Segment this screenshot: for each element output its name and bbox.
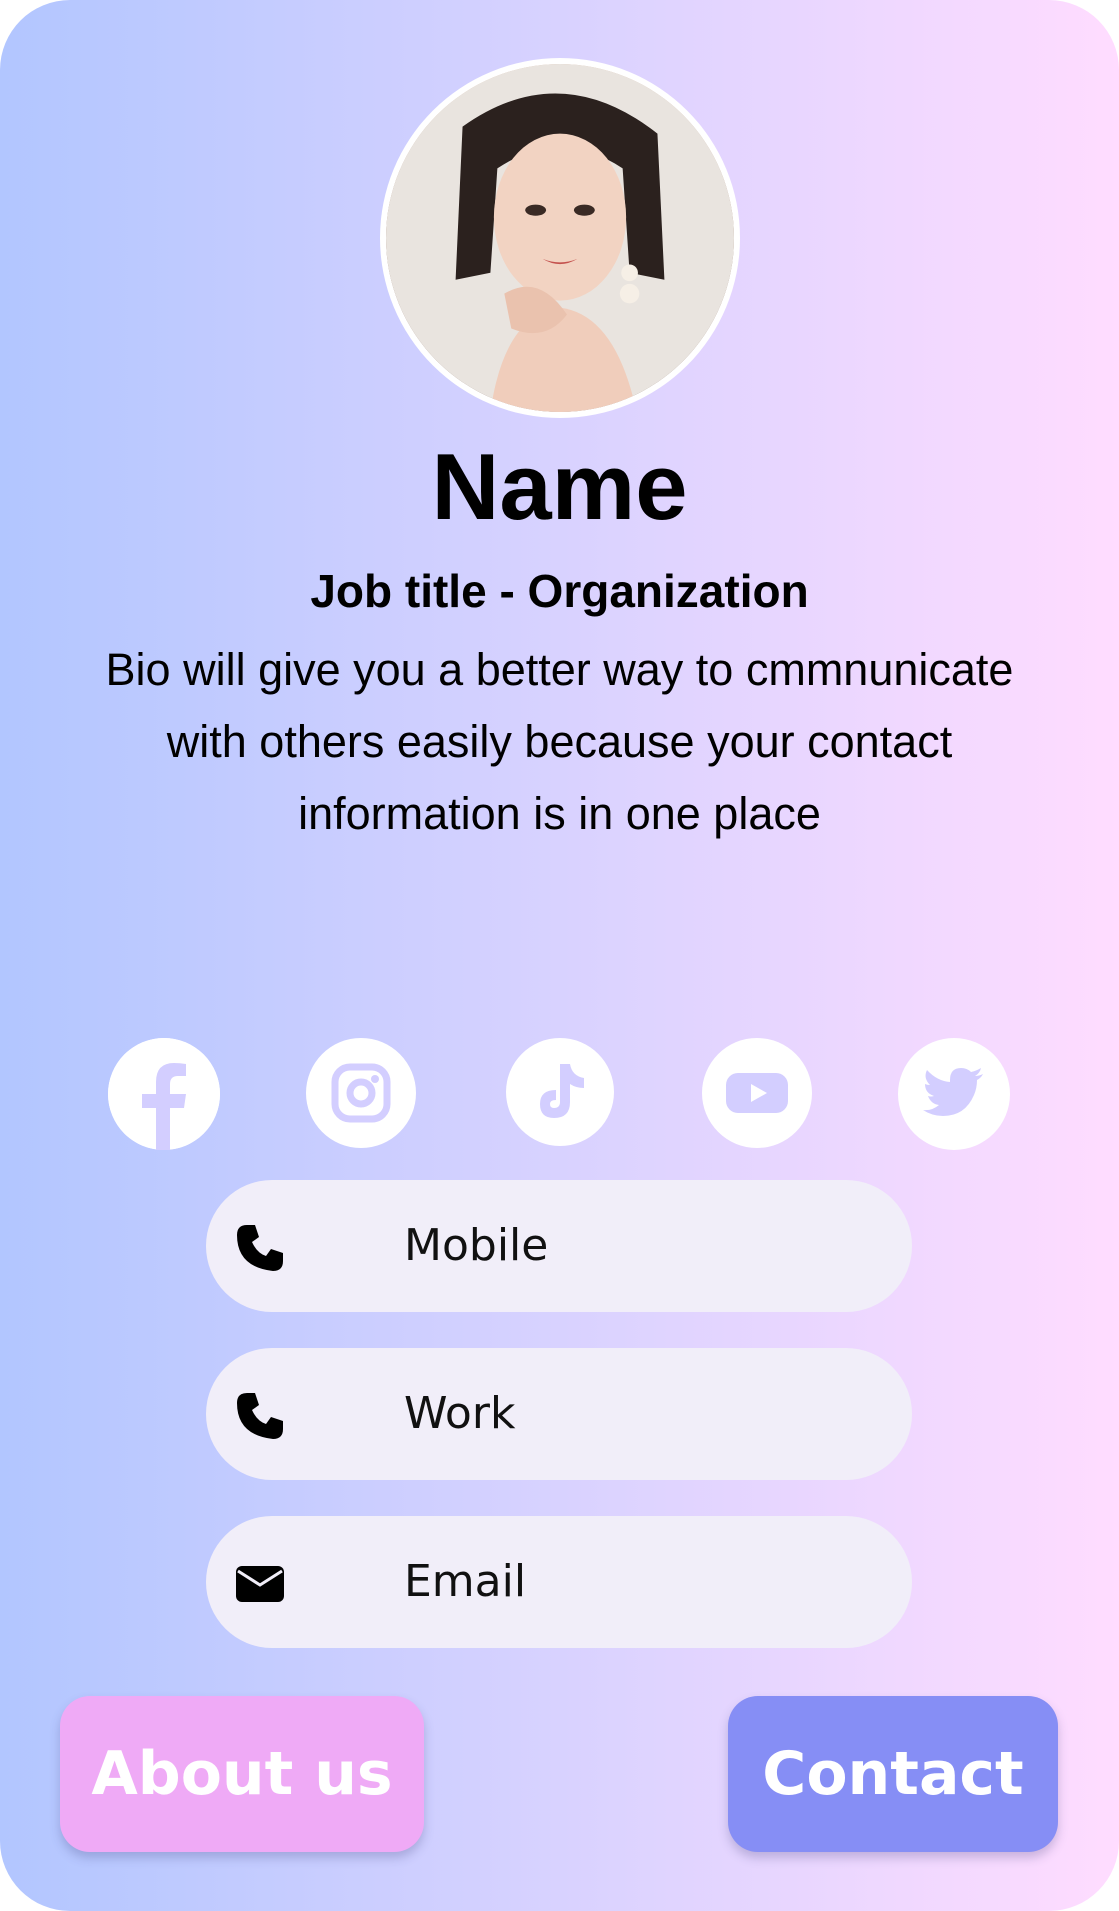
phone-icon (234, 1390, 286, 1442)
mobile-contact[interactable]: Mobile (206, 1180, 912, 1312)
profile-name: Name (431, 434, 688, 539)
tiktok-icon (540, 1064, 584, 1118)
bio-text: Bio will give you a better way to cmmnun… (105, 644, 1014, 839)
mobile-label: Mobile (404, 1220, 549, 1271)
instagram-icon (331, 1063, 391, 1123)
envelope-icon (234, 1558, 286, 1610)
twitter-icon (923, 1068, 983, 1116)
phone-icon (234, 1222, 286, 1274)
tiktok-link[interactable] (506, 1038, 614, 1146)
job-title: Job title - Organization (310, 565, 809, 617)
profile-card: Name Job title - Organization Bio will g… (0, 0, 1119, 1911)
about-us-button[interactable]: About us (60, 1696, 424, 1852)
youtube-icon (726, 1073, 788, 1113)
instagram-link[interactable] (306, 1038, 416, 1148)
youtube-link[interactable] (702, 1038, 812, 1148)
email-contact[interactable]: Email (206, 1516, 912, 1648)
social-links (0, 1038, 1119, 1150)
portrait-image (386, 64, 734, 412)
work-contact[interactable]: Work (206, 1348, 912, 1480)
facebook-link[interactable] (108, 1038, 220, 1150)
twitter-link[interactable] (898, 1038, 1010, 1150)
work-label: Work (404, 1388, 516, 1439)
avatar (380, 58, 740, 418)
email-label: Email (404, 1556, 527, 1607)
facebook-icon (108, 1038, 220, 1150)
contact-button[interactable]: Contact (728, 1696, 1058, 1852)
avatar-photo (386, 64, 734, 412)
